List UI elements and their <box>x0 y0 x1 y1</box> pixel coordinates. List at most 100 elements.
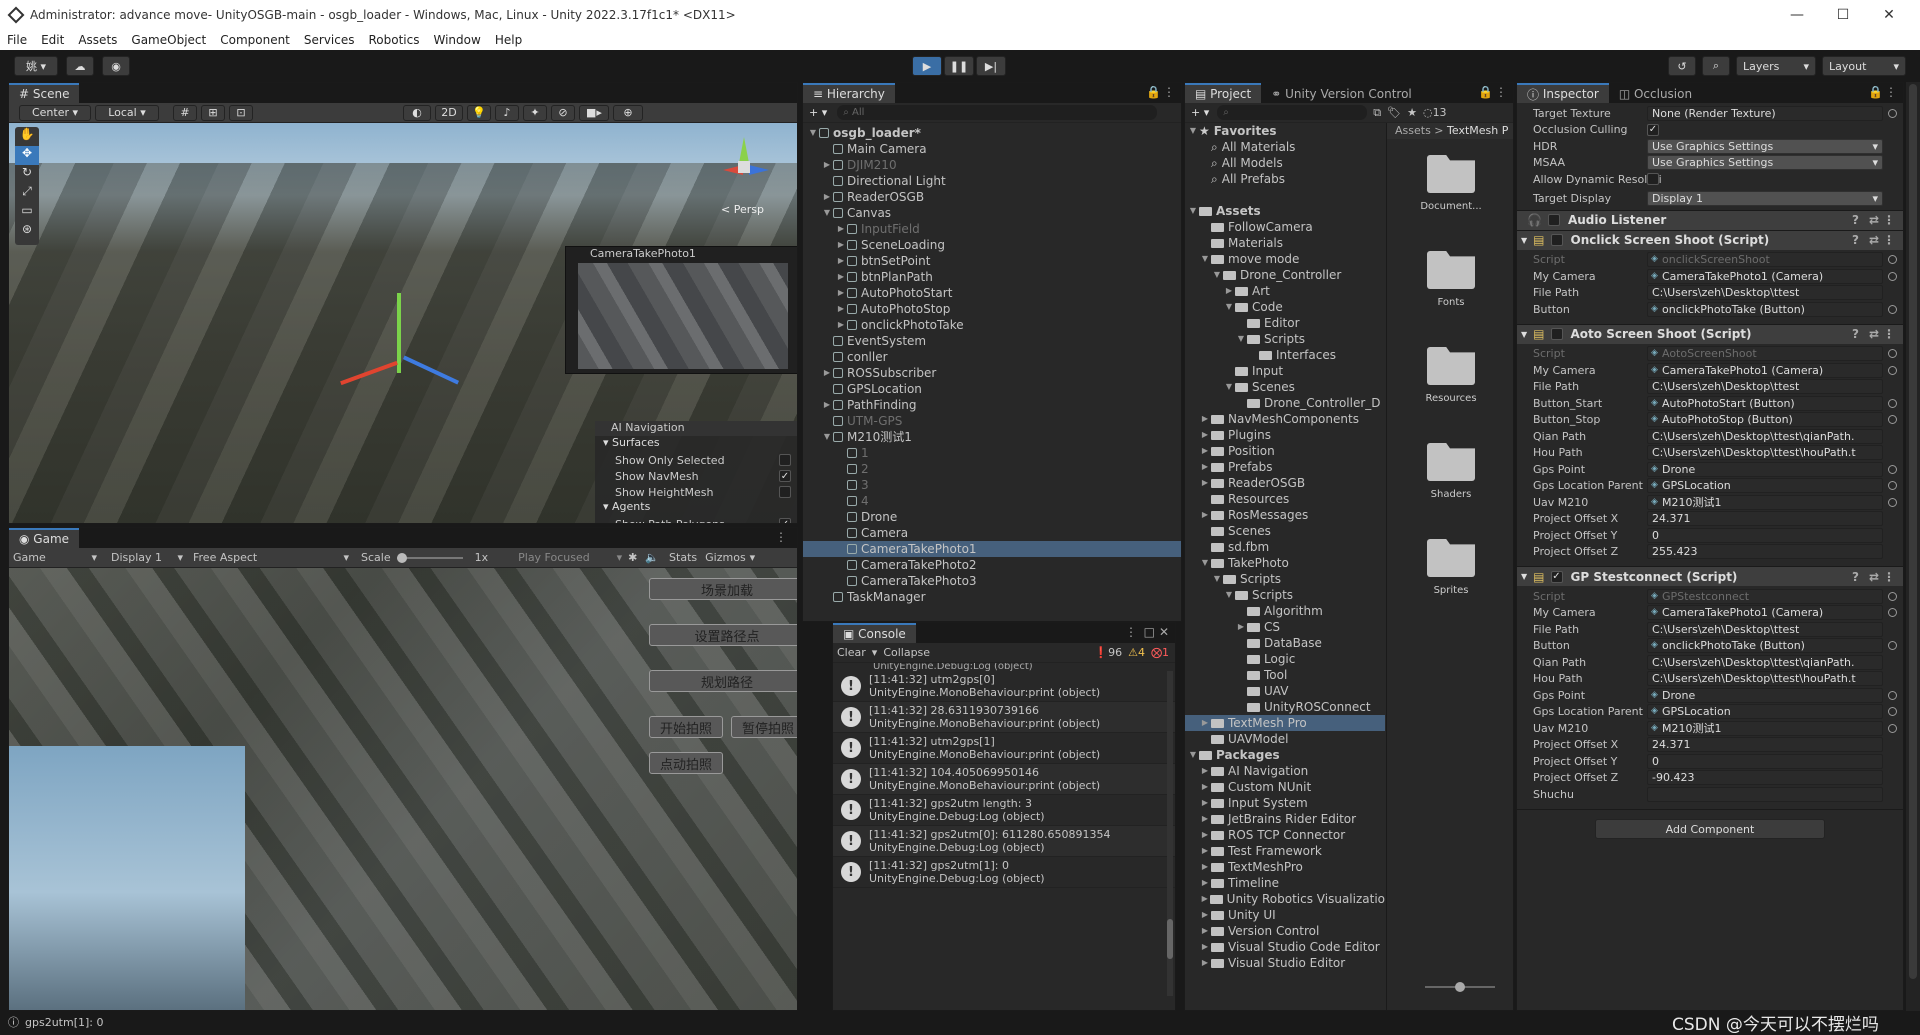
component-enabled-checkbox[interactable] <box>1550 234 1563 246</box>
space-dropdown[interactable]: Local ▾ <box>95 104 159 121</box>
zoom-slider[interactable] <box>1425 982 1495 992</box>
project-folder-item[interactable]: ▼ Scripts <box>1185 587 1385 603</box>
set-waypoint-button[interactable]: 设置路径点 <box>649 624 797 646</box>
menu-help[interactable]: Help <box>488 33 529 47</box>
hierarchy-item[interactable]: CameraTakePhoto1 <box>803 541 1181 557</box>
agents-header[interactable]: ▾ Agents <box>595 500 797 516</box>
inspector-object-field[interactable]: ◈ CameraTakePhoto1 (Camera) <box>1647 605 1883 621</box>
project-search-input[interactable]: ⌕ <box>1217 105 1368 120</box>
menu-component[interactable]: Component <box>213 33 297 47</box>
stats-toggle[interactable]: Stats <box>669 551 697 564</box>
component-enabled-checkbox[interactable] <box>1547 214 1560 226</box>
project-folder-item[interactable]: UAV <box>1185 683 1385 699</box>
overlay-item-checkbox[interactable] <box>779 486 791 498</box>
project-folder-item[interactable]: ▼ move mode <box>1185 251 1385 267</box>
close-button[interactable]: ✕ <box>1866 0 1912 30</box>
layers-dropdown[interactable]: Layers ▾ <box>1736 56 1816 76</box>
gizmos-icon[interactable]: ⊕ <box>613 104 643 121</box>
chevron-down-icon[interactable]: ▼ <box>1187 123 1199 139</box>
hierarchy-item[interactable]: CameraTakePhoto2 <box>803 557 1181 573</box>
more-options-icon[interactable]: ⋮ <box>1495 85 1507 99</box>
light-icon[interactable]: 💡 <box>467 104 491 121</box>
grid-icon[interactable]: # <box>173 104 197 121</box>
chevron-right-icon[interactable]: ▶ <box>1199 939 1211 955</box>
inspector-text-field[interactable]: 24.371 <box>1647 511 1883 527</box>
console-entry[interactable]: ! [11:41:32] 28.6311930739166 UnityEngine.… <box>833 702 1175 733</box>
hidden-objects-icon[interactable]: ⊘ <box>551 104 575 121</box>
chevron-right-icon[interactable]: ▶ <box>1199 715 1211 731</box>
overlay-item-checkbox[interactable]: ✓ <box>779 518 791 523</box>
inspector-text-field[interactable] <box>1647 786 1883 802</box>
inspector-dropdown[interactable]: Use Graphics Settings ▾ <box>1647 155 1883 171</box>
chevron-down-icon[interactable]: ▼ <box>1199 555 1211 571</box>
chevron-right-icon[interactable]: ▶ <box>1223 283 1235 299</box>
project-folder-item[interactable]: ▶ ReaderOSGB <box>1185 475 1385 491</box>
hierarchy-item[interactable]: ▼ Canvas <box>803 205 1181 221</box>
chevron-right-icon[interactable]: ▶ <box>1199 811 1211 827</box>
help-icon[interactable]: ? <box>1852 213 1859 227</box>
project-folder-item[interactable]: ▶ Plugins <box>1185 427 1385 443</box>
project-folder-item[interactable]: ⌕ All Models <box>1185 155 1385 171</box>
gizmos-toggle[interactable]: Gizmos <box>705 551 746 564</box>
more-options-icon[interactable]: ⋮ <box>775 530 787 544</box>
start-photo-button[interactable]: 开始拍照 <box>649 716 723 738</box>
menu-assets[interactable]: Assets <box>71 33 124 47</box>
hierarchy-item[interactable]: 2 <box>803 461 1181 477</box>
more-options-icon[interactable]: ⋮ <box>1883 327 1895 341</box>
zoom-slider-thumb[interactable] <box>1455 982 1465 992</box>
hierarchy-item[interactable]: ▶ AutoPhotoStop <box>803 301 1181 317</box>
project-folder-item[interactable]: ▶ NavMeshComponents <box>1185 411 1385 427</box>
hierarchy-item[interactable]: TaskManager <box>803 589 1181 605</box>
chevron-right-icon[interactable]: ▶ <box>821 365 833 381</box>
y-axis-handle[interactable] <box>397 293 401 373</box>
plan-path-button[interactable]: 规划路径 <box>649 670 797 692</box>
project-folder-item[interactable] <box>1185 187 1385 203</box>
chevron-right-icon[interactable]: ▶ <box>821 397 833 413</box>
project-folder-item[interactable]: ▶ TextMesh Pro <box>1185 715 1385 731</box>
collapse-button[interactable]: Collapse <box>883 646 930 659</box>
status-message[interactable]: gps2utm[1]: 0 <box>25 1016 103 1029</box>
chevron-down-icon[interactable]: ▼ <box>1187 747 1199 763</box>
inspector-text-field[interactable]: 255.423 <box>1647 544 1883 560</box>
hierarchy-item[interactable]: 1 <box>803 445 1181 461</box>
project-folder-item[interactable]: ▶ Input System <box>1185 795 1385 811</box>
history-icon[interactable]: ↺ <box>1668 56 1696 76</box>
project-folder-item[interactable]: Input <box>1185 363 1385 379</box>
console-entry[interactable]: ! [11:41:32] utm2gps[1] UnityEngine.MonoBe… <box>833 733 1175 764</box>
more-options-icon[interactable]: ⋮ <box>1883 570 1895 584</box>
project-folder-item[interactable]: Drone_Controller_D <box>1185 395 1385 411</box>
component-header[interactable]: 🎧 Audio Listener? ⇄ ⋮ <box>1517 209 1903 230</box>
object-picker-icon[interactable] <box>1888 398 1897 408</box>
inspector-checkbox[interactable]: ✓ <box>1647 123 1659 136</box>
component-header[interactable]: ▼ ▤ Onclick Screen Shoot (Script)? ⇄ ⋮ <box>1517 229 1903 250</box>
chevron-right-icon[interactable]: ▶ <box>1199 427 1211 443</box>
overlay-item[interactable]: Show NavMesh ✓ <box>595 468 797 484</box>
overlay-item-checkbox[interactable]: ✓ <box>779 470 791 482</box>
project-folder-item[interactable]: Scenes <box>1185 523 1385 539</box>
project-folder-item[interactable]: ▶ AI Navigation <box>1185 763 1385 779</box>
project-folder-item[interactable]: ▼ ★ Favorites <box>1185 123 1385 139</box>
chevron-down-icon[interactable]: ▼ <box>821 205 833 221</box>
object-picker-icon[interactable] <box>1888 723 1897 733</box>
chevron-down-icon[interactable]: ▼ <box>1211 267 1223 283</box>
clear-button[interactable]: Clear <box>837 646 866 659</box>
menu-robotics[interactable]: Robotics <box>362 33 427 47</box>
hierarchy-item[interactable]: ▶ InputField <box>803 221 1181 237</box>
chevron-right-icon[interactable]: ▶ <box>1199 859 1211 875</box>
tab-hierarchy[interactable]: ≡ Hierarchy <box>803 83 895 103</box>
scale-tool-icon[interactable]: ⤢ <box>15 184 39 203</box>
hierarchy-item[interactable]: CameraTakePhoto3 <box>803 573 1181 589</box>
console-entry[interactable]: ! [11:41:32] 104.405069950146 UnityEngine.… <box>833 764 1175 795</box>
object-picker-icon[interactable] <box>1888 349 1897 359</box>
project-folder-item[interactable]: ▶ CS <box>1185 619 1385 635</box>
collab-icon[interactable]: ◉ <box>102 56 130 76</box>
project-folder-item[interactable]: ▶ Custom NUnit <box>1185 779 1385 795</box>
asset-folder-tile[interactable]: Sprites <box>1387 533 1513 629</box>
menu-services[interactable]: Services <box>297 33 362 47</box>
project-folder-item[interactable]: FollowCamera <box>1185 219 1385 235</box>
chevron-right-icon[interactable]: ▶ <box>1199 795 1211 811</box>
asset-folder-tile[interactable]: Resources <box>1387 341 1513 437</box>
filter-type-icon[interactable]: ⧉ <box>1373 106 1381 120</box>
maximize-button[interactable]: ☐ <box>1820 0 1866 30</box>
chevron-right-icon[interactable]: ▶ <box>1199 459 1211 475</box>
